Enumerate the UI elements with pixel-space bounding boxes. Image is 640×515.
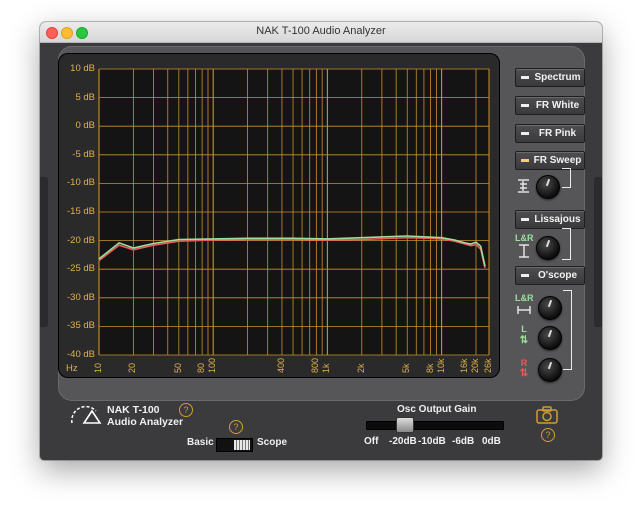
fr-pink-button[interactable]: FR Pink [515, 124, 585, 143]
x-tick-label: 5k [401, 363, 412, 373]
horizontal-span-icon [517, 306, 531, 314]
spectrum-button[interactable]: Spectrum [515, 68, 585, 87]
oscope-led [521, 274, 529, 277]
y-tick-label: -35 dB [67, 320, 95, 332]
gain-slider-thumb[interactable] [396, 417, 414, 433]
oscope-time-knob[interactable] [538, 296, 562, 320]
right-channel-icon: R [520, 358, 528, 368]
plot-grid [98, 68, 490, 356]
right-updown-arrow-icon: ⇅ [519, 368, 529, 379]
mode-switch-thumb[interactable] [234, 440, 250, 450]
fr-pink-led [521, 132, 529, 135]
gain-title: Osc Output Gain [397, 404, 477, 415]
y-tick-label: 5 dB [75, 91, 95, 103]
x-tick-label: 10 [93, 362, 103, 373]
spectrum-label: Spectrum [534, 72, 581, 83]
logo-line1: NAK T-100 [107, 404, 160, 416]
right-side-tab [594, 177, 602, 327]
fr-white-button[interactable]: FR White [515, 96, 585, 115]
mode-basic-label: Basic [187, 437, 214, 448]
oscope-label: O'scope [537, 270, 578, 281]
lissajous-lr-icon: L&R [515, 233, 534, 243]
left-side-tab [40, 177, 48, 327]
x-tick-label: 1k [321, 363, 332, 373]
y-tick-label: -5 dB [72, 148, 95, 160]
sweep-level-icon [518, 179, 529, 193]
frequency-response-plot [98, 68, 490, 356]
left-channel-icon: L [521, 324, 527, 334]
lissajous-bracket [562, 228, 571, 260]
x-tick-label: 2k [355, 363, 366, 373]
gain-tick-off: Off [364, 436, 379, 447]
y-tick-label: -15 dB [67, 206, 95, 217]
fr-sweep-button[interactable]: FR Sweep [515, 151, 585, 170]
camera-help-icon[interactable]: ? [541, 428, 555, 442]
mode-scope-label: Scope [257, 437, 288, 448]
x-tick-label: 20k [469, 358, 480, 373]
x-tick-label: 800 [310, 357, 321, 373]
title-bar: NAK T-100 Audio Analyzer [40, 22, 602, 43]
gain-slider-track[interactable] [366, 421, 504, 430]
vertical-span-icon [519, 244, 529, 258]
y-tick-label: -25 dB [67, 263, 95, 275]
x-tick-label: 10k [435, 358, 446, 373]
oscope-button[interactable]: O'scope [515, 266, 585, 285]
left-updown-arrow-icon: ⇅ [519, 335, 529, 346]
lissajous-button[interactable]: Lissajous [515, 210, 585, 229]
lissajous-knob[interactable] [536, 236, 560, 260]
right-gain-knob[interactable] [538, 358, 562, 382]
spectrum-led [521, 76, 529, 79]
fr-sweep-led [521, 159, 529, 162]
x-tick-label: 16k [458, 358, 469, 373]
sweep-level-knob[interactable] [536, 175, 560, 199]
oscope-bracket [563, 290, 572, 370]
gain-tick-20: -20dB [389, 436, 417, 447]
y-tick-label: 0 dB [75, 120, 95, 132]
fr-white-label: FR White [535, 100, 580, 111]
analyzer-logo-icon [71, 405, 102, 424]
x-tick-label: 26k [483, 358, 493, 373]
gain-tick-6: -6dB [452, 436, 475, 447]
lissajous-led [521, 218, 529, 221]
gain-tick-10: -10dB [418, 436, 446, 447]
camera-icon[interactable] [535, 404, 559, 424]
y-tick-label: -10 dB [67, 177, 95, 189]
lissajous-label: Lissajous [534, 214, 581, 225]
x-tick-label: 20 [127, 362, 138, 373]
mode-help-icon[interactable]: ? [229, 420, 243, 434]
fr-sweep-label: FR Sweep [533, 155, 582, 166]
oscope-lr-icon: L&R [515, 293, 534, 303]
fr-white-led [521, 104, 529, 107]
x-tick-label: 50 [172, 362, 183, 373]
left-gain-knob[interactable] [538, 326, 562, 350]
x-tick-label: 100 [207, 357, 218, 373]
logo-text: NAK T-100 Audio Analyzer [107, 404, 183, 428]
gain-tick-0: 0dB [482, 436, 501, 447]
logo-line2: Audio Analyzer [107, 416, 184, 428]
fr-pink-label: FR Pink [538, 128, 577, 139]
x-tick-label: 8k [424, 363, 435, 373]
window-title: NAK T-100 Audio Analyzer [256, 25, 386, 37]
y-tick-label: -30 dB [67, 291, 95, 303]
y-tick-label: -40 dB [67, 349, 95, 360]
mode-switch[interactable] [216, 438, 253, 452]
x-tick-label: 400 [275, 357, 286, 373]
x-unit-label: Hz [66, 363, 78, 374]
logo-help-icon[interactable]: ? [179, 403, 193, 417]
y-tick-label: -20 dB [67, 234, 95, 246]
x-tick-label: 80 [196, 362, 207, 373]
y-tick-label: 10 dB [70, 63, 95, 74]
sweep-bracket [562, 168, 571, 188]
